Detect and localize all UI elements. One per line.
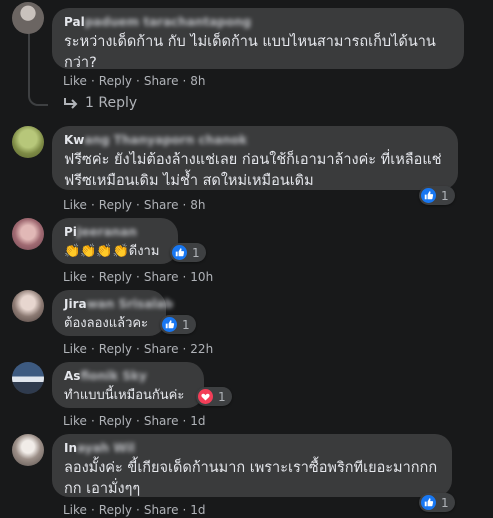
thread-connector <box>28 32 48 106</box>
comment-text: ลองมั้งค่ะ ขี้เกียจเด็ดก้านมาก เพราะเราซ… <box>64 460 438 497</box>
love-reaction-icon <box>198 389 213 404</box>
comment-bubble: Asfionik Sky ทำแบบนี้เหมือนกันค่ะ <box>52 362 204 408</box>
reaction-badge[interactable]: 1 <box>160 315 196 334</box>
comment-actions: Like · Reply · Share · 22h <box>63 342 214 356</box>
like-link[interactable]: Like <box>63 74 87 88</box>
commenter-name[interactable]: Inayah Wil <box>64 440 440 456</box>
commenter-name[interactable]: Jirawan Srisalab <box>64 296 173 312</box>
share-link[interactable]: Share <box>144 74 179 88</box>
avatar[interactable] <box>12 290 44 322</box>
reply-link[interactable]: Reply <box>99 270 132 284</box>
timestamp[interactable]: 1d <box>190 414 205 428</box>
reaction-count: 1 <box>192 245 200 260</box>
avatar[interactable] <box>12 2 44 34</box>
commenter-name[interactable]: PiJeeranan <box>64 224 166 240</box>
comment-bubble: Palpaduem tarachantapong ระหว่างเด็ดก้าน… <box>52 8 464 71</box>
like-link[interactable]: Like <box>63 414 87 428</box>
reply-link[interactable]: Reply <box>99 414 132 428</box>
comment-text: ทำแบบนี้เหมือนกันค่ะ <box>64 388 185 403</box>
reply-link[interactable]: Reply <box>99 342 132 356</box>
share-link[interactable]: Share <box>144 414 179 428</box>
comment-text: ต้องลองแล้วคะ <box>64 316 149 331</box>
comment-text: 👏👏👏👏ดีงาม <box>64 244 160 259</box>
timestamp[interactable]: 1d <box>190 503 205 517</box>
share-link[interactable]: Share <box>144 270 179 284</box>
avatar[interactable] <box>12 218 44 250</box>
timestamp[interactable]: 22h <box>190 342 213 356</box>
reaction-badge[interactable]: 1 <box>419 493 455 512</box>
share-link[interactable]: Share <box>144 342 179 356</box>
timestamp[interactable]: 8h <box>190 74 205 88</box>
share-link[interactable]: Share <box>144 503 179 517</box>
reply-link[interactable]: Reply <box>99 503 132 517</box>
commenter-name[interactable]: Palpaduem tarachantapong <box>64 14 452 30</box>
view-replies-link[interactable]: 1 Reply <box>64 95 137 111</box>
timestamp[interactable]: 8h <box>190 198 205 212</box>
reaction-badge[interactable]: 1 <box>170 243 206 262</box>
comment-bubble: Inayah Wil ลองมั้งค่ะ ขี้เกียจเด็ดก้านมา… <box>52 434 452 497</box>
comment-actions: Like · Reply · Share · 8h <box>63 74 206 88</box>
like-link[interactable]: Like <box>63 342 87 356</box>
reaction-count: 1 <box>441 188 449 203</box>
timestamp[interactable]: 10h <box>190 270 213 284</box>
reaction-badge[interactable]: 1 <box>196 387 232 406</box>
reply-arrow-icon <box>64 97 78 109</box>
reply-link[interactable]: Reply <box>99 74 132 88</box>
like-reaction-icon <box>421 188 436 203</box>
commenter-name[interactable]: Asfionik Sky <box>64 368 192 384</box>
comment-actions: Like · Reply · Share · 8h <box>63 198 206 212</box>
comment-bubble: Kwang Thanyaporn chanok ฟรีซค่ะ ยังไม่ต้… <box>52 126 458 190</box>
reaction-count: 1 <box>218 389 226 404</box>
like-reaction-icon <box>172 245 187 260</box>
like-link[interactable]: Like <box>63 270 87 284</box>
comment-text: ฟรีซค่ะ ยังไม่ต้องล้างแช่เลย ก่อนใช้ก็เอ… <box>64 152 442 189</box>
avatar[interactable] <box>12 126 44 158</box>
view-replies-label: 1 Reply <box>85 95 138 111</box>
like-reaction-icon <box>162 317 177 332</box>
like-link[interactable]: Like <box>63 198 87 212</box>
avatar[interactable] <box>12 362 44 394</box>
avatar[interactable] <box>12 434 44 466</box>
comment-actions: Like · Reply · Share · 1d <box>63 414 206 428</box>
comment-bubble: PiJeeranan 👏👏👏👏ดีงาม <box>52 218 178 264</box>
like-link[interactable]: Like <box>63 503 87 517</box>
commenter-name[interactable]: Kwang Thanyaporn chanok <box>64 132 446 148</box>
comment-actions: Like · Reply · Share · 1d <box>63 503 206 517</box>
reply-link[interactable]: Reply <box>99 198 132 212</box>
comment-actions: Like · Reply · Share · 10h <box>63 270 214 284</box>
like-reaction-icon <box>421 495 436 510</box>
comment-bubble: Jirawan Srisalab ต้องลองแล้วคะ <box>52 290 173 336</box>
reaction-count: 1 <box>182 317 190 332</box>
comment-text: ระหว่างเด็ดก้าน กับ ไม่เด็ดก้าน แบบไหนสา… <box>64 34 436 71</box>
share-link[interactable]: Share <box>144 198 179 212</box>
reaction-badge[interactable]: 1 <box>419 186 455 205</box>
reaction-count: 1 <box>441 495 449 510</box>
